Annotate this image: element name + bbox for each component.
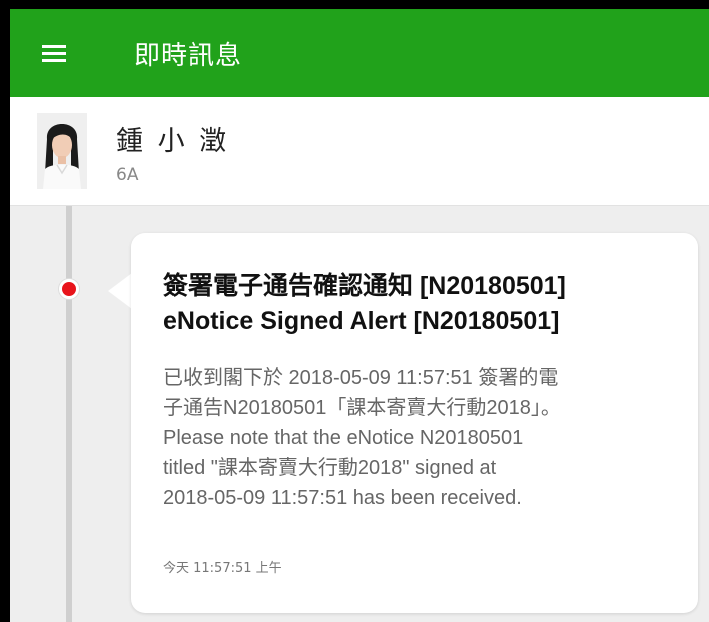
student-header[interactable]: 鍾 小 澂 6A	[10, 97, 709, 206]
screen: 即時訊息 鍾 小 澂 6A 簽署電子通告確認通知 [N20180501] eNo…	[10, 9, 709, 622]
message-title-zh: 簽署電子通告確認通知 [N20180501]	[163, 272, 566, 300]
message-body-line: Please note that the eNotice N20180501	[163, 427, 524, 449]
student-class: 6A	[116, 165, 139, 185]
message-body-line: 已收到閣下於 2018-05-09 11:57:51 簽署的電	[163, 367, 559, 389]
student-avatar	[37, 113, 87, 189]
message-body-line: 子通告N20180501「課本寄賣大行動2018」。	[163, 397, 561, 419]
timeline-line	[66, 206, 72, 622]
menu-button[interactable]	[10, 9, 106, 97]
message-title: 簽署電子通告確認通知 [N20180501] eNotice Signed Al…	[163, 269, 683, 339]
message-body-line: 2018-05-09 11:57:51 has been received.	[163, 487, 522, 509]
message-timestamp: 今天 11:57:51 上午	[163, 561, 282, 576]
card-pointer	[108, 273, 132, 309]
unread-status-dot	[59, 279, 79, 299]
student-name: 鍾 小 澂	[116, 126, 230, 157]
app-title: 即時訊息	[134, 40, 243, 71]
message-title-en: eNotice Signed Alert [N20180501]	[163, 307, 560, 335]
app-bar: 即時訊息	[10, 9, 709, 97]
message-body: 已收到閣下於 2018-05-09 11:57:51 簽署的電 子通告N2018…	[163, 363, 683, 513]
hamburger-menu-icon	[42, 41, 66, 66]
message-body-line: titled "課本寄賣大行動2018" signed at	[163, 457, 497, 479]
message-card[interactable]: 簽署電子通告確認通知 [N20180501] eNotice Signed Al…	[131, 233, 698, 613]
